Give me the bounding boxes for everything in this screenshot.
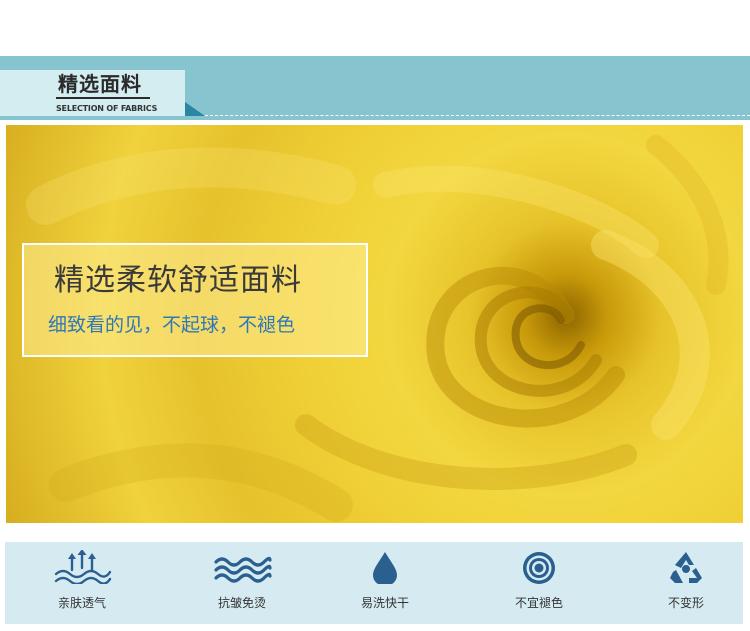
feature-colorfast: 不宜褪色 [479,542,599,624]
section-subtitle: SELECTION OF FABRICS [56,104,158,113]
feature-label: 不宜褪色 [514,596,563,610]
fabric-tagline: 细致看的见，不起球，不褪色 [48,314,296,336]
feature-label: 易洗快干 [360,596,409,610]
fabric-headline: 精选柔软舒适面料 [54,263,302,298]
feature-no-deform: 不变形 [626,542,746,624]
section-title-underline [56,97,150,99]
feature-breathable: 亲肤透气 [22,542,142,624]
feature-label: 亲肤透气 [57,596,106,610]
wave-lines-icon [214,556,272,583]
feature-quick-dry: 易洗快干 [325,542,445,624]
section-title: 精选面料 [58,72,142,96]
concentric-circles-icon [523,552,555,584]
feature-label: 抗皱免烫 [217,596,266,610]
fabric-info-card: 精选柔软舒适面料 细致看的见，不起球，不褪色 [22,243,368,357]
features-strip: 亲肤透气 抗皱免烫 易洗快干 不宜褪色 不变形 [5,542,743,624]
feature-wrinkle-resistant: 抗皱免烫 [182,542,302,624]
recycle-icon [670,552,702,583]
water-drop-icon [373,552,397,584]
dashed-divider [205,115,750,116]
breathable-arrows-icon [54,550,112,584]
feature-label: 不变形 [667,596,704,610]
corner-triangle-decoration [185,102,205,116]
